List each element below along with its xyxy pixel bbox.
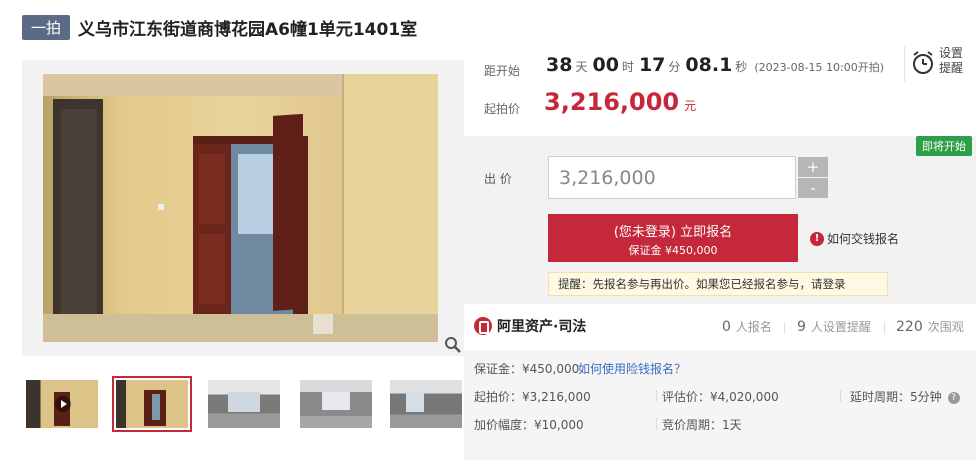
platform-name: 阿里资产·司法 — [497, 319, 587, 335]
stat-label: 人报名 — [735, 320, 772, 334]
countdown-hours: 00 — [592, 54, 619, 76]
stat-reminders: 9 人设置提醒 — [797, 318, 871, 335]
status-badge: 即将开始 — [916, 136, 972, 156]
countdown-days: 38 — [546, 54, 573, 76]
start-time: (2023-08-15 10:00开拍) — [754, 61, 885, 74]
main-property-photo[interactable] — [43, 74, 438, 342]
reminder-label: 设置 提醒 — [939, 46, 964, 75]
thumbnail-3[interactable] — [204, 376, 284, 432]
countdown-timer: 38 天 00 时 17 分 08.1 秒 (2023-08-15 10:00开… — [546, 54, 884, 80]
bid-label: 出 价 — [484, 172, 512, 186]
thumbnail-video[interactable] — [22, 376, 102, 432]
signup-button[interactable]: (您未登录) 立即报名 保证金 ¥450,000 — [548, 214, 798, 262]
divider — [784, 322, 785, 334]
bid-decrease-button[interactable]: - — [798, 178, 828, 198]
delay-period-text: 延时周期：5分钟 — [850, 390, 942, 404]
signup-label: (您未登录) 立即报名 — [613, 225, 733, 240]
thumbnail-strip — [22, 376, 464, 434]
thumbnail-5[interactable] — [386, 376, 466, 432]
starting-price-info: 起拍价：¥3,216,000 — [474, 390, 591, 404]
platform-logo: 阿里资产·司法 — [474, 316, 586, 336]
auction-round-tag: 一拍 — [22, 14, 71, 40]
ali-assets-icon — [474, 317, 492, 335]
bid-panel: 即将开始 出 价 + - (您未登录) 立即报名 保证金 ¥450,000 ! … — [464, 136, 976, 304]
days-unit: 天 — [575, 60, 588, 74]
minutes-unit: 分 — [668, 60, 681, 74]
thumbnail-4[interactable] — [296, 376, 376, 432]
divider — [884, 322, 885, 334]
photo-gallery — [22, 60, 464, 356]
info-icon: ! — [810, 231, 824, 246]
stat-number: 220 — [896, 319, 923, 335]
starting-price: 3,216,000 元 — [544, 88, 696, 116]
countdown-seconds: 08.1 — [685, 54, 733, 76]
increment-info: 加价幅度：¥10,000 — [474, 418, 584, 432]
price-unit: 元 — [684, 99, 697, 113]
how-to-pay-label: 如何交钱报名 — [827, 232, 900, 246]
play-icon — [55, 396, 71, 412]
signup-deposit: 保证金 ¥450,000 — [628, 244, 718, 257]
divider — [656, 390, 657, 402]
auction-info-panel: 距开始 38 天 00 时 17 分 08.1 秒 (2023-08-15 10… — [464, 44, 976, 464]
countdown-label: 距开始 — [484, 64, 521, 78]
insurance-deposit-link[interactable]: 如何使用险钱报名？ — [578, 360, 686, 377]
delay-period-info: 延时周期：5分钟? — [850, 388, 960, 405]
stat-label: 次围观 — [927, 320, 964, 334]
bid-increase-button[interactable]: + — [798, 157, 828, 177]
stat-registrations: 0 人报名 — [722, 318, 772, 335]
seconds-unit: 秒 — [735, 60, 748, 74]
thumbnail-2[interactable] — [112, 376, 192, 432]
divider — [840, 390, 841, 402]
how-to-pay-link[interactable]: ! 如何交钱报名 — [810, 230, 899, 247]
stat-label: 人设置提醒 — [810, 320, 871, 334]
stat-number: 0 — [722, 319, 731, 335]
countdown-minutes: 17 — [638, 54, 666, 76]
alarm-clock-icon — [913, 51, 933, 74]
help-icon[interactable]: ? — [947, 391, 960, 404]
login-notice: 提醒：先报名参与再出价。如果您已经报名参与，请登录 — [548, 272, 888, 296]
stats-bar: 阿里资产·司法 0 人报名 9 人设置提醒 220 次围观 — [464, 312, 976, 342]
stat-views: 220 次围观 — [896, 318, 964, 335]
hours-unit: 时 — [621, 60, 634, 74]
auction-details: 保证金：¥450,000 如何使用险钱报名？ 起拍价：¥3,216,000 评估… — [464, 350, 976, 460]
divider — [656, 418, 657, 430]
notice-text: 提醒：先报名参与再出价。如果您已经报名参与，请登录 — [558, 277, 846, 291]
bid-cycle-info: 竞价周期：1天 — [662, 418, 742, 432]
deposit-info: 保证金：¥450,000 — [474, 362, 580, 376]
room-doorway-image — [43, 74, 438, 342]
zoom-icon[interactable] — [444, 336, 462, 354]
page-title: 义乌市江东街道商博花园A6幢1单元1401室 — [78, 19, 418, 40]
bid-amount-input[interactable] — [548, 156, 796, 199]
set-reminder-button[interactable]: 设置 提醒 — [904, 46, 972, 82]
appraisal-price-info: 评估价：¥4,020,000 — [662, 390, 779, 404]
starting-price-label: 起拍价 — [484, 102, 521, 116]
stat-number: 9 — [797, 319, 806, 335]
starting-price-value: 3,216,000 — [544, 88, 680, 116]
title-bar: 一拍 义乌市江东街道商博花园A6幢1单元1401室 — [22, 14, 417, 40]
